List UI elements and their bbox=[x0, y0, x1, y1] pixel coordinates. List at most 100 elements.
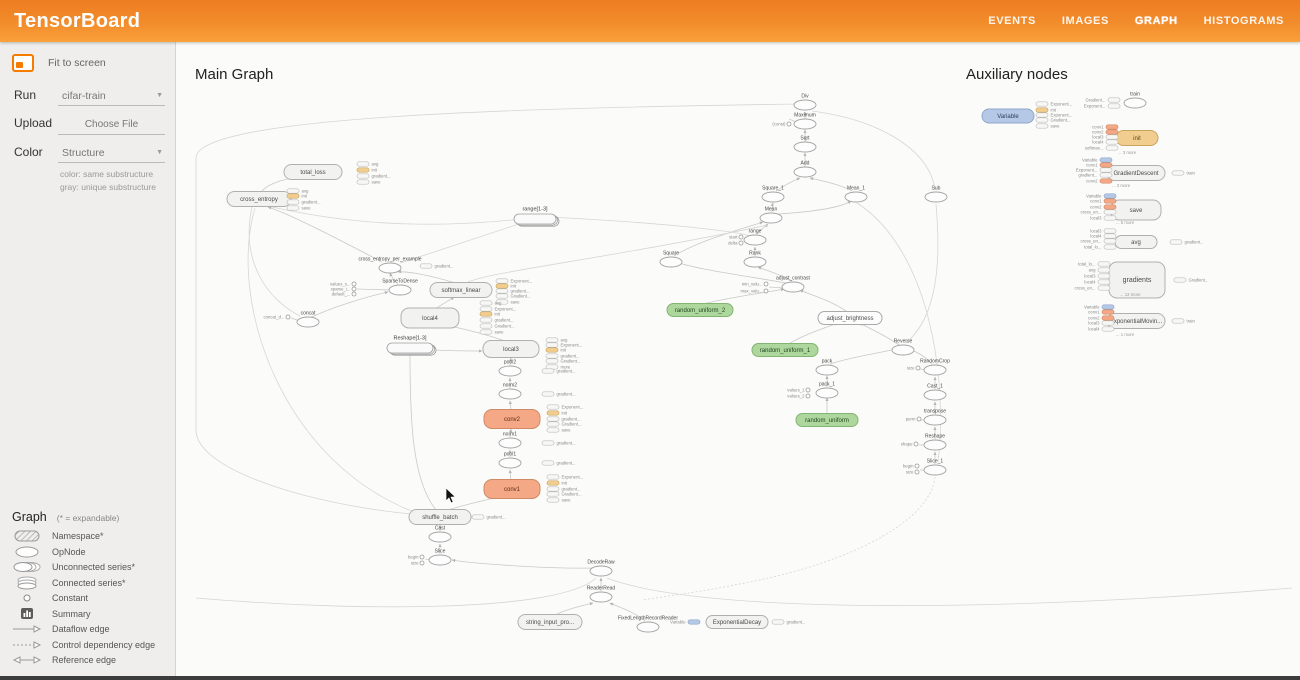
namespace-node-exponentialmovin[interactable]: ExponentialMovin... bbox=[1107, 314, 1165, 329]
op-node-range[interactable]: range bbox=[744, 229, 766, 246]
constant-begin[interactable]: begin bbox=[408, 555, 424, 560]
constant-concat-d[interactable]: concat_d... bbox=[263, 315, 290, 320]
proxy-chip-train[interactable]: train bbox=[1172, 171, 1195, 176]
constant-const[interactable]: (const) bbox=[772, 122, 791, 127]
constant-start[interactable]: start bbox=[729, 235, 743, 240]
proxy-chip-gradient[interactable]: gradient... bbox=[542, 369, 576, 374]
proxy-chip-gradient[interactable]: Gradient... bbox=[547, 492, 582, 497]
proxy-chip-local3[interactable]: local3 bbox=[1090, 216, 1116, 221]
proxy-chip-init[interactable]: init bbox=[480, 312, 501, 317]
op-node-transpose[interactable]: transpose bbox=[924, 409, 946, 426]
namespace-node-total-loss[interactable]: total_loss bbox=[284, 165, 342, 180]
constant-shape[interactable]: shape bbox=[901, 442, 918, 447]
op-node-pool1[interactable]: pool1 bbox=[499, 452, 521, 469]
namespace-node-exponentialdecay[interactable]: ExponentialDecay bbox=[706, 616, 768, 629]
proxy-chip-local4[interactable]: local4 bbox=[1092, 140, 1118, 145]
namespace-node-cross-entropy[interactable]: cross_entropy bbox=[227, 192, 291, 207]
op-node-pack[interactable]: pack bbox=[816, 359, 838, 376]
proxy-chip-gradient[interactable]: gradient... bbox=[772, 620, 806, 625]
nav-tab-events[interactable]: EVENTS bbox=[988, 15, 1036, 27]
series-node-reshape-1-3[interactable]: Reshape[1-3] bbox=[387, 336, 436, 356]
proxy-chip-cross-en[interactable]: cross_en... bbox=[1074, 286, 1110, 291]
proxy-chip-gradient[interactable]: Gradient... bbox=[1174, 278, 1209, 283]
color-select[interactable]: Structure ▼ bbox=[58, 145, 165, 163]
namespace-node-gradientdescent[interactable]: GradientDescent bbox=[1107, 166, 1165, 181]
proxy-chip-exponent[interactable]: Exponent... bbox=[547, 475, 583, 480]
proxy-chip-avg[interactable]: avg bbox=[357, 162, 379, 167]
proxy-chip-cross-en[interactable]: cross_en... bbox=[1080, 210, 1116, 215]
proxy-chip-init[interactable]: init bbox=[287, 194, 308, 199]
proxy-chip-init[interactable]: init bbox=[357, 168, 378, 173]
proxy-chip-gradient[interactable]: gradient... bbox=[472, 515, 506, 520]
bottom-scroll-strip[interactable] bbox=[0, 676, 1300, 680]
proxy-chip-exponent[interactable]: Exponent... bbox=[547, 405, 583, 410]
proxy-chip-gradient[interactable]: gradient... bbox=[420, 264, 454, 269]
constant-size[interactable]: size bbox=[906, 470, 919, 475]
proxy-chip-conv1[interactable]: conv1 bbox=[1088, 310, 1114, 315]
op-node-sub[interactable]: Sub bbox=[925, 186, 947, 203]
choose-file-button[interactable]: Choose File bbox=[58, 116, 165, 135]
constant-size[interactable]: size bbox=[411, 561, 424, 566]
proxy-chip-save[interactable]: save bbox=[1036, 124, 1060, 129]
op-node-train[interactable]: train bbox=[1124, 92, 1146, 109]
namespace-node-random-uniform[interactable]: random_uniform bbox=[796, 414, 858, 427]
op-node-sparsetodense[interactable]: SparseToDense bbox=[382, 279, 418, 296]
proxy-chip-gradient[interactable]: Gradient... bbox=[496, 294, 531, 299]
proxy-chip-gradient[interactable]: gradient... bbox=[542, 461, 576, 466]
op-node-readerread[interactable]: ReaderRead bbox=[587, 586, 616, 603]
nav-tab-images[interactable]: IMAGES bbox=[1062, 15, 1109, 27]
constant-size[interactable]: size bbox=[907, 366, 920, 371]
proxy-chip-gradient[interactable]: gradient... bbox=[357, 174, 391, 179]
namespace-node-softmax-linear[interactable]: softmax_linear bbox=[430, 283, 492, 298]
proxy-chip-softmax[interactable]: softmax... bbox=[1085, 146, 1118, 151]
op-node-rank[interactable]: Rank bbox=[744, 251, 766, 268]
graph-canvas[interactable]: range[1-3] Reshape[1-3] total_loss cross_en… bbox=[0, 0, 1300, 680]
op-node-norm1[interactable]: norm1 bbox=[499, 432, 521, 449]
proxy-chip-variable[interactable]: Variable bbox=[670, 620, 700, 625]
proxy-chip-gradient[interactable]: Gradient... bbox=[546, 359, 581, 364]
proxy-chip-save[interactable]: save bbox=[287, 206, 311, 211]
namespace-node-variable[interactable]: Variable bbox=[982, 109, 1034, 123]
op-node-reverse[interactable]: Reverse bbox=[892, 339, 914, 356]
op-node-cast[interactable]: Cast bbox=[429, 526, 451, 543]
constant-perm[interactable]: perm bbox=[906, 417, 921, 422]
proxy-chip-save[interactable]: save bbox=[357, 180, 381, 185]
proxy-chip-conv2[interactable]: conv2 bbox=[1086, 179, 1112, 184]
op-node-reshape[interactable]: Reshape bbox=[924, 434, 946, 451]
op-node-pack-1[interactable]: pack_1 bbox=[816, 382, 838, 399]
fit-to-screen-label[interactable]: Fit to screen bbox=[48, 57, 106, 69]
proxy-chip-total-lo[interactable]: total_lo... bbox=[1084, 245, 1116, 250]
proxy-chip-init[interactable]: init bbox=[547, 411, 568, 416]
op-node-mean-1[interactable]: Mean_1 bbox=[845, 186, 867, 203]
proxy-chip-avg[interactable]: avg bbox=[480, 301, 502, 306]
op-node-sqrt[interactable]: Sqrt bbox=[794, 136, 816, 153]
namespace-node-shuffle-batch[interactable]: shuffle_batch bbox=[409, 510, 471, 525]
run-select[interactable]: cifar-train ▼ bbox=[58, 88, 165, 106]
constant-delta[interactable]: delta bbox=[728, 241, 743, 246]
proxy-chip-init[interactable]: init bbox=[546, 348, 567, 353]
proxy-chip-avg[interactable]: avg bbox=[1089, 268, 1110, 273]
proxy-chip-save[interactable]: save bbox=[547, 498, 571, 503]
op-node-cast-1[interactable]: Cast_1 bbox=[924, 384, 946, 401]
namespace-node-conv1[interactable]: conv1 bbox=[484, 480, 540, 499]
proxy-chip-gradient[interactable]: gradient... bbox=[287, 200, 321, 205]
namespace-node-conv2[interactable]: conv2 bbox=[484, 410, 540, 429]
proxy-chip-gradient[interactable]: gradient... bbox=[542, 392, 576, 397]
op-node-square-1[interactable]: Square_1 bbox=[762, 186, 784, 203]
namespace-node-local3[interactable]: local3 bbox=[483, 341, 539, 358]
op-node-norm2[interactable]: norm2 bbox=[499, 383, 521, 400]
op-node-mean[interactable]: Mean bbox=[760, 207, 782, 224]
proxy-chip-cross-en[interactable]: cross_en... bbox=[1080, 239, 1116, 244]
series-node-range-1-3[interactable]: range[1-3] bbox=[514, 207, 559, 227]
namespace-node-local4[interactable]: local4 bbox=[401, 308, 459, 328]
op-node-square[interactable]: Square bbox=[660, 251, 682, 268]
op-node-slice[interactable]: Slice bbox=[429, 549, 451, 566]
proxy-chip-conv1[interactable]: conv1 bbox=[1090, 199, 1116, 204]
constant-default[interactable]: default_... bbox=[332, 292, 356, 297]
proxy-chip-gradient[interactable]: Gradient... bbox=[480, 324, 515, 329]
op-node-randomcrop[interactable]: RandomCrop bbox=[920, 359, 950, 376]
constant-values-2[interactable]: values_2 bbox=[787, 394, 810, 399]
constant-values-1[interactable]: values_1 bbox=[787, 388, 810, 393]
op-node-concat[interactable]: concat bbox=[297, 311, 319, 328]
namespace-node-random-uniform-1[interactable]: random_uniform_1 bbox=[752, 344, 818, 357]
